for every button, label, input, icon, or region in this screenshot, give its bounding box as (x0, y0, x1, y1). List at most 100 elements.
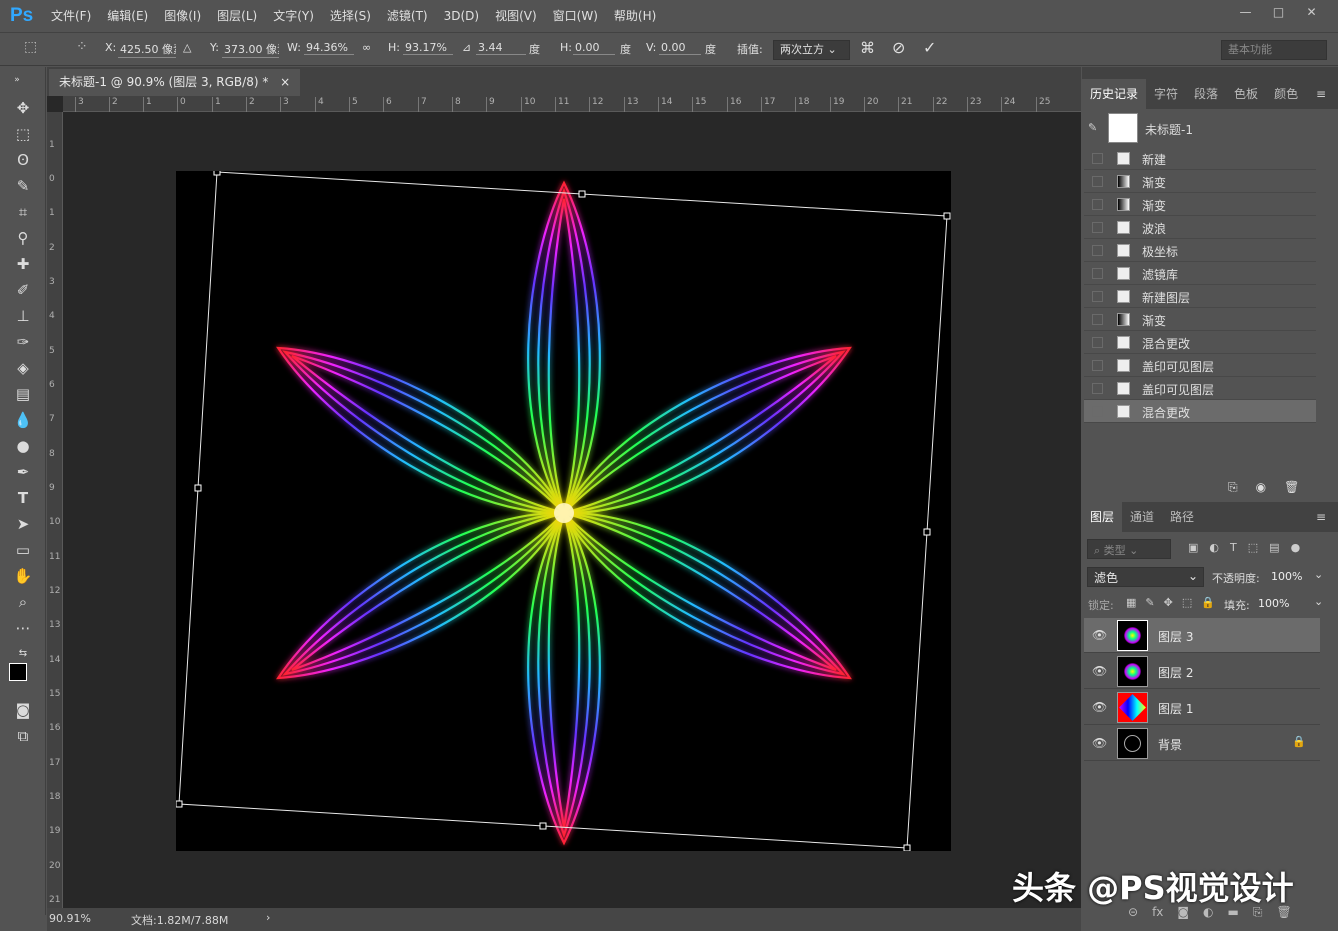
document-tab[interactable]: 未标题-1 @ 90.9% (图层 3, RGB/8) * × (49, 69, 301, 96)
close-window-button[interactable]: ✕ (1295, 2, 1328, 22)
foreground-color-swatch[interactable] (9, 663, 27, 681)
history-source-checkbox[interactable] (1092, 268, 1103, 279)
type-tool-icon[interactable]: T (12, 487, 34, 509)
brush-tool-icon[interactable]: ✐ (12, 279, 34, 301)
history-step[interactable]: 盖印可见图层 (1084, 354, 1316, 377)
hskew-input[interactable]: 0.00 (573, 41, 615, 55)
shape-filter-icon[interactable]: ⬚ (1248, 541, 1258, 554)
history-step[interactable]: 新建图层 (1084, 285, 1316, 308)
history-step[interactable]: 渐变 (1084, 170, 1316, 193)
history-step-selected[interactable]: 混合更改 (1084, 400, 1316, 423)
history-source-checkbox[interactable] (1092, 176, 1103, 187)
eraser-tool-icon[interactable]: ◈ (12, 357, 34, 379)
visibility-eye-icon[interactable]: 👁 (1092, 664, 1107, 678)
move-tool-icon[interactable]: ✥ (12, 97, 34, 119)
history-step[interactable]: 新建 (1084, 147, 1316, 170)
warp-icon[interactable]: ⌘ (860, 39, 875, 57)
workspace-select[interactable]: 基本功能 (1221, 40, 1327, 60)
maximize-button[interactable]: □ (1262, 2, 1295, 22)
tab-color[interactable]: 颜色 (1266, 79, 1306, 109)
history-step[interactable]: 滤镜库 (1084, 262, 1316, 285)
layer-row[interactable]: 👁 图层 2 (1084, 654, 1320, 689)
stamp-tool-icon[interactable]: ⊥ (12, 305, 34, 327)
history-source-checkbox[interactable] (1092, 245, 1103, 256)
lock-artboard-icon[interactable]: ⬚ (1182, 596, 1192, 609)
visibility-eye-icon[interactable]: 👁 (1092, 628, 1107, 642)
type-filter-icon[interactable]: T (1230, 541, 1237, 554)
layer-row[interactable]: 👁 背景 🔒 (1084, 726, 1320, 761)
opacity-chevron-icon[interactable]: ⌄ (1314, 568, 1323, 581)
tab-paths[interactable]: 路径 (1162, 502, 1202, 532)
menu-view[interactable]: 视图(V) (487, 0, 545, 32)
menu-3d[interactable]: 3D(D) (436, 0, 487, 32)
tab-history[interactable]: 历史记录 (1082, 79, 1147, 109)
history-source-checkbox[interactable] (1092, 199, 1103, 210)
eyedropper-tool-icon[interactable]: ⚲ (12, 227, 34, 249)
pen-tool-icon[interactable]: ✒ (12, 461, 34, 483)
cancel-transform-icon[interactable]: ⊘ (892, 38, 905, 57)
hand-tool-icon[interactable]: ✋ (12, 565, 34, 587)
h-input[interactable]: 93.17% (403, 41, 453, 55)
document-canvas[interactable] (175, 168, 951, 852)
tab-channels[interactable]: 通道 (1122, 502, 1162, 532)
visibility-eye-icon[interactable]: 👁 (1092, 700, 1107, 714)
history-brush-icon[interactable]: ✑ (12, 331, 34, 353)
canvas-area[interactable] (63, 112, 1081, 909)
path-select-icon[interactable]: ➤ (12, 513, 34, 535)
layers-panel-menu-icon[interactable]: ≡ (1316, 510, 1326, 524)
collapse-icon[interactable]: » (6, 69, 28, 91)
lock-transparent-icon[interactable]: ▦ (1126, 596, 1136, 609)
visibility-eye-icon[interactable]: 👁 (1092, 736, 1107, 750)
dodge-tool-icon[interactable]: ● (12, 435, 34, 457)
tab-layers[interactable]: 图层 (1082, 502, 1123, 532)
menu-type[interactable]: 文字(Y) (265, 0, 322, 32)
zoom-level[interactable]: 90.91% (49, 912, 91, 925)
opacity-value[interactable]: 100% (1271, 570, 1302, 583)
angle-input[interactable]: 3.44 (476, 41, 526, 55)
smart-object-filter-icon[interactable]: ▤ (1269, 541, 1279, 554)
tab-character[interactable]: 字符 (1146, 79, 1186, 109)
quick-mask-icon[interactable]: ◙ (12, 699, 34, 721)
x-input[interactable]: 425.50 像素 (118, 41, 176, 58)
snapshot-camera-icon[interactable]: ◉ (1256, 480, 1266, 495)
minimize-button[interactable]: — (1229, 2, 1262, 22)
transform-tool-icon[interactable]: ⬚ (24, 39, 37, 55)
history-step[interactable]: 渐变 (1084, 193, 1316, 216)
lock-pixels-icon[interactable]: ✎ (1145, 596, 1154, 609)
filter-toggle-icon[interactable]: ● (1291, 541, 1301, 554)
delta-icon[interactable]: △ (183, 41, 191, 54)
pixel-filter-icon[interactable]: ▣ (1188, 541, 1198, 554)
interpolation-select[interactable]: 两次立方 ⌄ (773, 40, 850, 60)
lock-all-icon[interactable]: 🔒 (1201, 596, 1215, 609)
more-tools-icon[interactable]: ⋯ (12, 617, 34, 639)
commit-transform-icon[interactable]: ✓ (923, 38, 936, 57)
quick-select-tool-icon[interactable]: ✎ (12, 175, 34, 197)
swap-colors-icon[interactable]: ⇆ (12, 643, 34, 665)
lasso-tool-icon[interactable]: ʘ (12, 149, 34, 171)
layer-filter-select[interactable]: ⌕ 类型 ⌄ (1087, 539, 1171, 559)
menu-window[interactable]: 窗口(W) (545, 0, 606, 32)
history-source-checkbox[interactable] (1092, 291, 1103, 302)
history-step[interactable]: 渐变 (1084, 308, 1316, 331)
history-panel-menu-icon[interactable]: ≡ (1316, 87, 1326, 101)
y-input[interactable]: 373.00 像素 (222, 41, 279, 58)
vskew-input[interactable]: 0.00 (659, 41, 701, 55)
marquee-tool-icon[interactable]: ⬚ (12, 123, 34, 145)
history-source-checkbox[interactable] (1092, 406, 1103, 417)
gradient-tool-icon[interactable]: ▤ (12, 383, 34, 405)
healing-brush-icon[interactable]: ✚ (12, 253, 34, 275)
rectangle-tool-icon[interactable]: ▭ (12, 539, 34, 561)
crop-tool-icon[interactable]: ⌗ (12, 201, 34, 223)
new-document-from-state-icon[interactable]: ⎘ (1228, 480, 1238, 495)
tab-swatches[interactable]: 色板 (1226, 79, 1266, 109)
fill-chevron-icon[interactable]: ⌄ (1314, 595, 1323, 608)
lock-position-icon[interactable]: ✥ (1164, 596, 1173, 609)
w-input[interactable]: 94.36% (304, 41, 354, 55)
tab-paragraph[interactable]: 段落 (1186, 79, 1226, 109)
menu-image[interactable]: 图像(I) (156, 0, 209, 32)
menu-edit[interactable]: 编辑(E) (99, 0, 156, 32)
delete-state-icon[interactable]: 🗑 (1284, 480, 1299, 495)
adjustment-filter-icon[interactable]: ◐ (1209, 541, 1219, 554)
layer-row[interactable]: 👁 图层 3 (1084, 618, 1320, 653)
close-tab-icon[interactable]: × (280, 75, 290, 89)
